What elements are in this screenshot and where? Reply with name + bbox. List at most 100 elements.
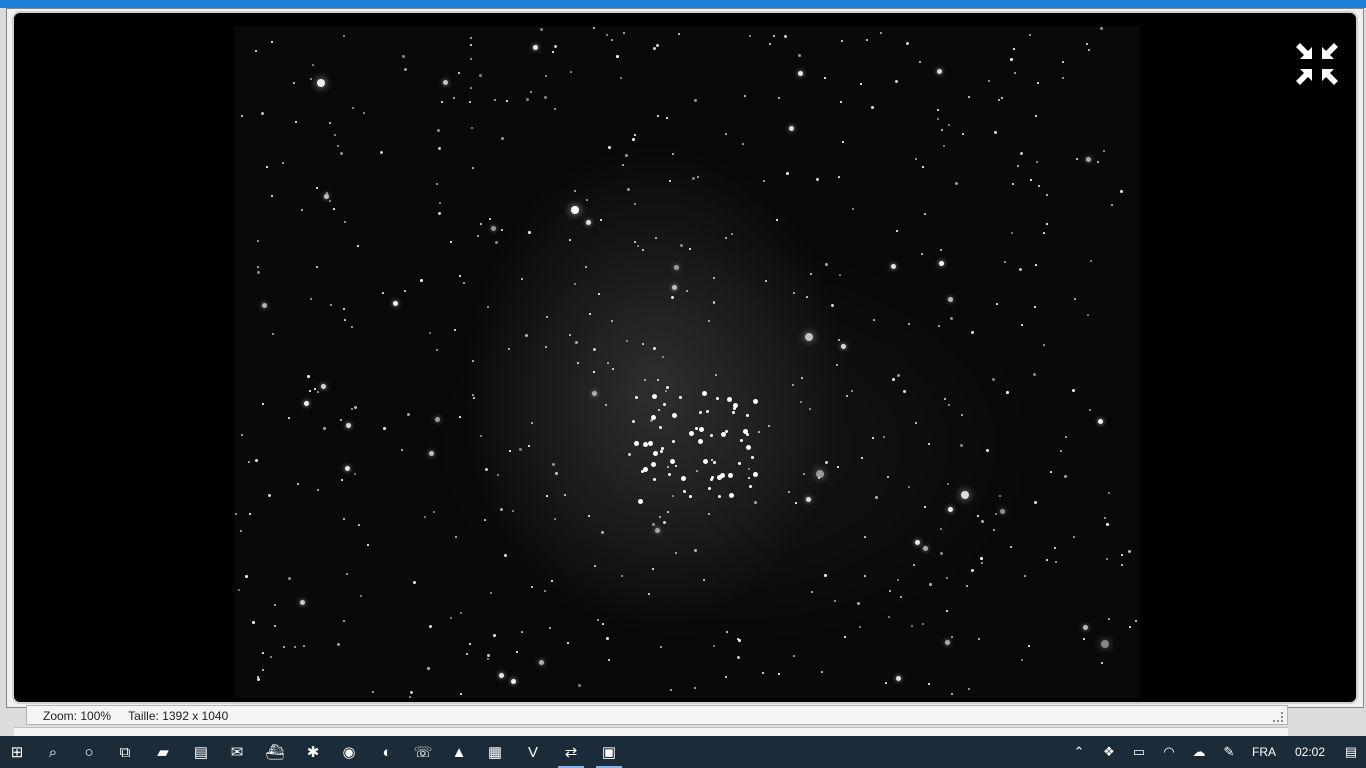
star — [282, 162, 284, 164]
star — [341, 479, 343, 481]
star — [574, 190, 576, 192]
star — [922, 623, 924, 625]
exit-fullscreen-button[interactable] — [1294, 41, 1340, 87]
star — [825, 263, 828, 266]
taskbar-windows-start-icon[interactable]: ⊞ — [0, 736, 34, 768]
notifications-icon[interactable]: ▤ — [1336, 736, 1366, 768]
star — [725, 237, 727, 239]
star — [668, 473, 671, 476]
star — [950, 317, 953, 320]
taskbar-boat-app-icon[interactable]: ⛴ — [258, 736, 292, 768]
taskbar-mail-icon[interactable]: ✉ — [220, 736, 254, 768]
star — [698, 439, 703, 444]
star — [891, 264, 896, 269]
star — [310, 78, 312, 80]
taskbar-task-view-icon[interactable]: ⧉ — [108, 736, 142, 768]
star — [988, 80, 990, 82]
star — [235, 513, 237, 515]
wifi-icon[interactable]: ◠ — [1154, 736, 1184, 768]
star — [472, 394, 474, 396]
language-indicator[interactable]: FRA — [1244, 736, 1284, 768]
battery-icon[interactable]: ▭ — [1124, 736, 1154, 768]
resize-grip[interactable] — [1273, 712, 1283, 722]
star — [1033, 373, 1036, 376]
star — [793, 292, 795, 294]
star — [946, 577, 948, 579]
taskbar-vivaldi-icon[interactable]: V — [516, 736, 550, 768]
star — [922, 166, 924, 168]
star — [803, 473, 805, 475]
star — [924, 506, 926, 508]
star — [784, 35, 787, 38]
taskbar-link-app-icon[interactable]: ⇄ — [554, 736, 588, 768]
star — [270, 656, 272, 658]
astro-image[interactable] — [234, 26, 1140, 698]
star — [941, 129, 943, 131]
taskbar-bird-app-icon[interactable]: ◐ — [370, 736, 404, 768]
clock[interactable]: 02:02 — [1284, 736, 1336, 768]
system-tray: ⌃ ❖ ▭ ◠ ☁ ✎ FRA 02:02 ▤ — [1064, 736, 1366, 768]
star — [593, 348, 596, 351]
star — [1021, 324, 1023, 326]
star — [937, 109, 939, 111]
star — [671, 296, 674, 299]
star — [846, 395, 848, 397]
star — [643, 467, 648, 472]
star — [841, 40, 843, 42]
taskbar-vlc-icon[interactable]: ▲ — [442, 736, 476, 768]
star — [1004, 261, 1006, 263]
taskbar-search-icon[interactable]: ⌕ — [36, 736, 70, 768]
star — [763, 180, 765, 182]
star — [1043, 232, 1045, 234]
star — [500, 508, 503, 511]
star — [283, 646, 285, 648]
taskbar-file-explorer-icon[interactable]: ▰ — [146, 736, 180, 768]
star — [1073, 536, 1075, 538]
star — [257, 271, 260, 274]
star — [521, 631, 523, 633]
star — [317, 79, 325, 87]
taskbar-store-icon[interactable]: ▤ — [184, 736, 218, 768]
taskbar-notepad-app-icon[interactable]: ▦ — [478, 736, 512, 768]
star — [577, 362, 579, 364]
star — [743, 429, 748, 434]
star — [546, 316, 548, 318]
star — [716, 397, 719, 400]
onedrive-icon[interactable]: ☁ — [1184, 736, 1214, 768]
star — [861, 457, 863, 459]
star — [569, 334, 571, 336]
show-hidden-icons-icon[interactable]: ⌃ — [1064, 736, 1094, 768]
star — [499, 673, 504, 678]
star — [627, 188, 630, 191]
star — [960, 444, 963, 447]
star — [1024, 575, 1026, 577]
taskbar-bluetooth-app-icon[interactable]: ✱ — [296, 736, 330, 768]
star — [598, 293, 600, 295]
star — [323, 427, 326, 430]
taskbar-terminal-app-icon[interactable]: ▣ — [592, 736, 626, 768]
star — [1011, 232, 1013, 234]
star — [427, 667, 430, 670]
star — [699, 427, 704, 432]
star — [667, 511, 669, 513]
star — [528, 445, 530, 447]
star — [896, 676, 901, 681]
star — [564, 494, 566, 496]
taskbar-chrome-icon[interactable]: ◉ — [332, 736, 366, 768]
star — [717, 475, 722, 480]
star — [713, 277, 715, 279]
taskbar-cortana-icon[interactable]: ○ — [72, 736, 106, 768]
star — [635, 396, 638, 399]
star — [632, 420, 635, 423]
star — [653, 47, 656, 50]
star — [667, 466, 669, 468]
star — [1037, 82, 1039, 84]
dropbox-icon[interactable]: ❖ — [1094, 736, 1124, 768]
taskbar-whatsapp-icon[interactable]: ☏ — [406, 736, 440, 768]
pen-icon[interactable]: ✎ — [1214, 736, 1244, 768]
star — [1087, 314, 1089, 316]
star — [466, 653, 468, 655]
star — [240, 530, 242, 532]
star — [511, 679, 516, 684]
star — [653, 347, 656, 350]
